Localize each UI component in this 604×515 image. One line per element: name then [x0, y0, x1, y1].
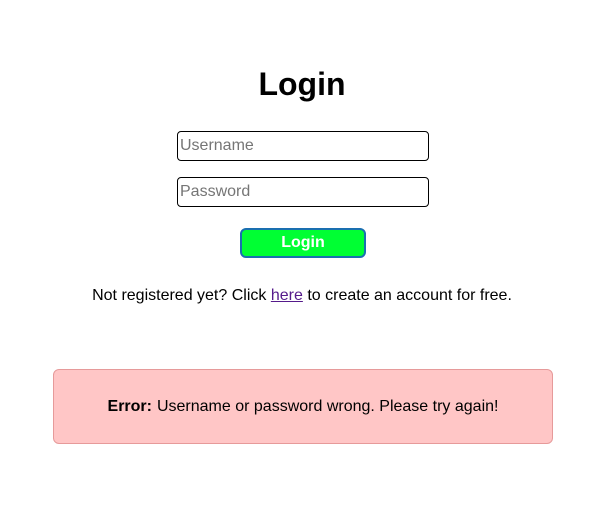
page-title: Login [258, 66, 346, 102]
error-alert: Error: Username or password wrong. Pleas… [53, 369, 553, 444]
register-link[interactable]: here [271, 287, 303, 304]
username-input[interactable] [177, 131, 429, 161]
login-button[interactable]: Login [240, 228, 366, 258]
register-suffix-text: to create an account for free. [307, 287, 512, 304]
error-message: Username or password wrong. Please try a… [156, 397, 499, 415]
register-prompt: Not registered yet? Click here to create… [0, 286, 604, 306]
register-prefix-text: Not registered yet? Click [92, 287, 267, 304]
error-label: Error: [107, 397, 152, 415]
login-page: Login Login Not registered yet? Click he… [0, 0, 604, 515]
password-input[interactable] [177, 177, 429, 207]
